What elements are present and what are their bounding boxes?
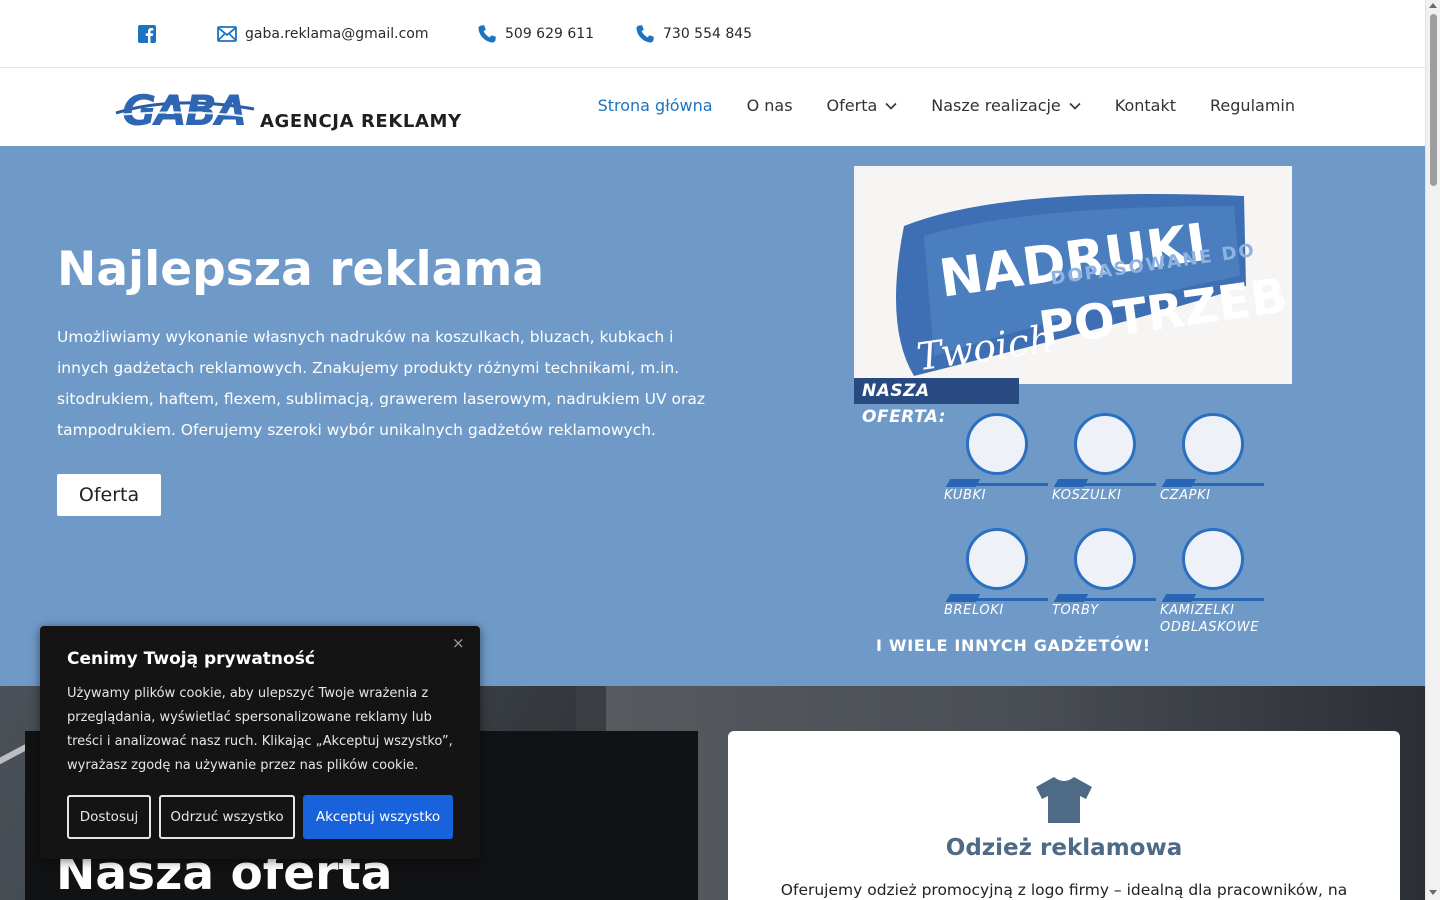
cookie-accept-button[interactable]: Akceptuj wszystko xyxy=(303,795,453,839)
cap-icon xyxy=(1182,413,1244,475)
bag-icon xyxy=(1074,528,1136,590)
offer-card-text: Oferujemy odzież promocyjną z logo firmy… xyxy=(780,881,1348,899)
scroll-up-arrow-icon[interactable] xyxy=(1429,3,1437,8)
poster-product-vests: KAMIZELKI ODBLASKOWE xyxy=(1150,528,1280,638)
facebook-link[interactable] xyxy=(137,22,157,46)
cookie-reject-button[interactable]: Odrzuć wszystko xyxy=(159,795,295,839)
envelope-icon xyxy=(217,26,237,42)
poster-product-label: TORBY xyxy=(1052,603,1099,618)
poster-product-tshirts: KOSZULKI xyxy=(1042,413,1156,523)
nav-terms[interactable]: Regulamin xyxy=(1210,96,1295,115)
hero-section: Najlepsza reklama Umożliwiamy wykonanie … xyxy=(0,146,1425,686)
nav-contact[interactable]: Kontakt xyxy=(1115,96,1176,115)
poster-product-bags: TORBY xyxy=(1042,528,1156,638)
poster-product-label: KAMIZELKI ODBLASKOWE xyxy=(1160,603,1260,635)
tshirt-icon xyxy=(1074,413,1136,475)
poster-product-label: BRELOKI xyxy=(944,603,1004,618)
gaba-logo-mark: GABA AGENCJA REKLAMY xyxy=(115,86,462,135)
poster-accent xyxy=(1064,598,1156,601)
cookie-title: Cenimy Twoją prywatność xyxy=(67,649,315,669)
nav-about-label: O nas xyxy=(746,96,793,115)
chevron-down-icon xyxy=(1069,102,1081,110)
nav-offer-label: Oferta xyxy=(826,96,878,115)
offer-card-apparel[interactable]: Odzież reklamowa Oferujemy odzież promoc… xyxy=(728,731,1400,900)
nav-home[interactable]: Strona główna xyxy=(598,96,713,115)
poster-headline: NADRUKI DOPASOWANE DO Twoich POTRZEB xyxy=(896,194,1291,379)
poster-accent xyxy=(956,598,1048,601)
nav-about[interactable]: O nas xyxy=(747,96,793,115)
nav-realizations-label: Nasze realizacje xyxy=(931,96,1061,115)
promo-poster: NADRUKI DOPASOWANE DO Twoich POTRZEB NAS… xyxy=(854,166,1292,666)
hero-lead: Umożliwiamy wykonanie własnych nadruków … xyxy=(57,328,705,439)
poster-accent xyxy=(956,483,1048,486)
offer-card-title: Odzież reklamowa xyxy=(945,835,1183,861)
poster-accent xyxy=(1172,598,1264,601)
phone-icon xyxy=(478,25,496,43)
site-logo[interactable]: GABA AGENCJA REKLAMY xyxy=(114,86,466,135)
nav-terms-label: Regulamin xyxy=(1210,96,1295,115)
tshirt-icon xyxy=(1036,777,1092,823)
poster-accent xyxy=(1064,483,1156,486)
close-icon[interactable]: × xyxy=(452,636,466,651)
cookie-body: Używamy plików cookie, aby ulepszyć Twoj… xyxy=(67,686,453,773)
top-contact-bar: gaba.reklama@gmail.com 509 629 611 730 5… xyxy=(0,0,1425,68)
poster-product-caps: CZAPKI xyxy=(1150,413,1264,523)
cookie-consent-dialog: × Cenimy Twoją prywatność Używamy plików… xyxy=(40,626,480,859)
scroll-down-arrow-icon[interactable] xyxy=(1429,890,1437,895)
scrollbar-thumb[interactable] xyxy=(1430,14,1437,186)
phone-text-1: 509 629 611 xyxy=(505,26,595,42)
phone-text-2: 730 554 845 xyxy=(663,26,753,42)
svg-text:AGENCJA REKLAMY: AGENCJA REKLAMY xyxy=(260,111,462,132)
keychain-icon xyxy=(966,528,1028,590)
nav-home-label: Strona główna xyxy=(597,96,713,115)
nav-realizations[interactable]: Nasze realizacje xyxy=(931,96,1081,115)
chevron-down-icon xyxy=(885,102,897,110)
poster-product-label: KUBKI xyxy=(944,488,987,503)
phone-link-2[interactable]: 730 554 845 xyxy=(635,22,752,46)
poster-product-keychains: BRELOKI xyxy=(934,528,1048,638)
hero-title: Najlepsza reklama xyxy=(57,242,545,297)
facebook-square-icon xyxy=(138,25,156,43)
poster-footer: I WIELE INNYCH GADŻETÓW! xyxy=(876,636,1151,655)
poster-accent xyxy=(1172,483,1264,486)
poster-product-mugs: KUBKI xyxy=(934,413,1048,523)
email-text: gaba.reklama@gmail.com xyxy=(245,26,429,42)
poster-offer-label: NASZA OFERTA: xyxy=(854,378,1019,427)
vest-icon xyxy=(1182,528,1244,590)
page-scrollbar[interactable] xyxy=(1425,0,1440,900)
nav-offer[interactable]: Oferta xyxy=(827,96,898,115)
svg-text:GABA: GABA xyxy=(122,87,246,133)
nav-contact-label: Kontakt xyxy=(1114,96,1177,115)
site-header: GABA AGENCJA REKLAMY Strona główna O nas… xyxy=(0,69,1425,146)
poster-product-label: KOSZULKI xyxy=(1052,488,1122,503)
phone-icon xyxy=(636,25,654,43)
main-nav: Strona główna O nas Oferta Nasze realiza… xyxy=(598,96,1295,115)
mug-icon xyxy=(966,413,1028,475)
phone-link-1[interactable]: 509 629 611 xyxy=(477,22,594,46)
email-link[interactable]: gaba.reklama@gmail.com xyxy=(217,22,428,46)
cookie-customize-button[interactable]: Dostosuj xyxy=(67,795,151,839)
poster-product-label: CZAPKI xyxy=(1160,488,1211,503)
hero-offer-button[interactable]: Oferta xyxy=(57,474,161,516)
